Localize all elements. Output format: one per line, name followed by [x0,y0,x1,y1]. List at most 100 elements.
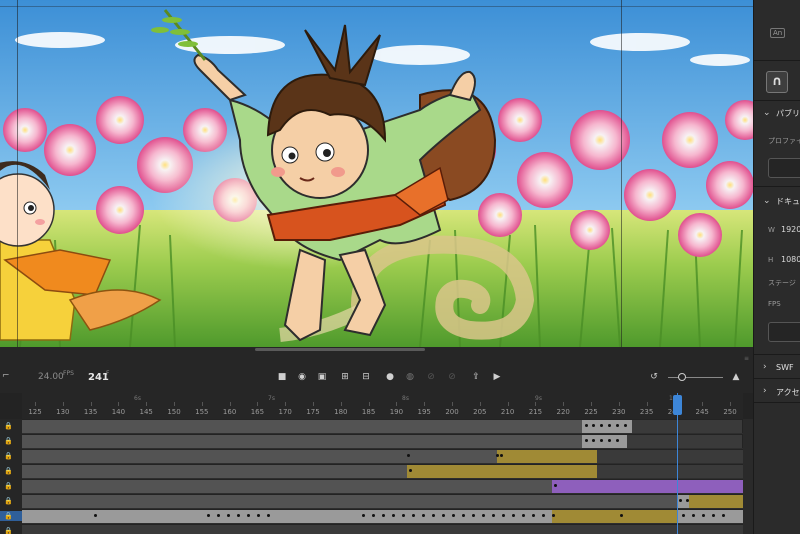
frame-span[interactable] [22,495,677,508]
frame-span[interactable] [22,480,552,493]
keyframe-dot[interactable] [620,514,623,517]
keyframe-dot[interactable] [362,514,365,517]
lock-icon[interactable]: 🔒 [4,466,14,476]
keyframe-dot[interactable] [702,514,705,517]
keyframe-dot[interactable] [217,514,220,517]
timeline-layer-row[interactable] [22,434,743,449]
keyframe-dot[interactable] [585,439,588,442]
keyframe-dot[interactable] [407,454,410,457]
keyframe-dot[interactable] [624,424,627,427]
timeline-layer-row[interactable] [22,419,743,434]
edit-multiple-icon[interactable]: ⊘ [426,372,436,382]
keyframe-dot[interactable] [372,514,375,517]
publish-section-title[interactable]: パブリ [776,108,800,119]
zoom-slider-thumb[interactable] [678,373,686,381]
stage-horizontal-scrollbar[interactable] [255,348,425,351]
keyframe-dot[interactable] [422,514,425,517]
keyframe-dot[interactable] [452,514,455,517]
keyframe-dot[interactable] [472,514,475,517]
frame-span[interactable] [582,435,627,448]
frame-span[interactable] [22,525,743,534]
keyframe-dot[interactable] [679,499,682,502]
keyframe-dot[interactable] [257,514,260,517]
swf-section-title[interactable]: SWF [776,363,794,372]
frame-span[interactable] [689,495,743,508]
keyframe-dot[interactable] [592,439,595,442]
keyframe-dot[interactable] [392,514,395,517]
keyframe-dot[interactable] [542,514,545,517]
frame-span[interactable] [22,435,582,448]
lock-icon[interactable]: 🔒 [4,481,14,491]
play-icon[interactable]: ▶ [492,372,502,382]
height-value[interactable]: 1080 [781,255,800,264]
keyframe-dot[interactable] [412,514,415,517]
insert-keyframe-icon[interactable]: ⊞ [340,372,350,382]
lock-icon[interactable]: 🔒 [4,451,14,461]
chevron-down-icon[interactable]: ⌄ [763,108,771,118]
frame-span[interactable] [552,480,743,493]
keyframe-dot[interactable] [686,499,689,502]
frame-span[interactable] [597,465,743,478]
zoom-mountain-icon[interactable]: ▲ [731,372,741,382]
keyframe-dot[interactable] [492,514,495,517]
keyframe-dot[interactable] [409,469,412,472]
keyframe-dot[interactable] [402,514,405,517]
keyframe-dot[interactable] [442,514,445,517]
playhead-handle[interactable] [673,395,682,415]
keyframe-dot[interactable] [616,439,619,442]
keyframe-dot[interactable] [496,454,499,457]
layer-graph-icon[interactable]: ⌐ [2,371,10,381]
keyframe-dot[interactable] [522,514,525,517]
record-icon[interactable]: ◉ [297,372,307,382]
keyframe-dot[interactable] [608,439,611,442]
keyframe-dot[interactable] [502,514,505,517]
magnet-snap-icon[interactable]: ∩ [766,71,788,93]
zoom-slider-track[interactable] [668,377,723,378]
chevron-right-icon[interactable]: › [763,386,767,396]
keyframe-dot[interactable] [462,514,465,517]
profile-dropdown[interactable] [768,158,800,178]
keyframe-dot[interactable] [382,514,385,517]
frame-span[interactable] [677,510,743,523]
timeline-layer-row[interactable] [22,509,743,524]
keyframe-dot[interactable] [267,514,270,517]
frame-span[interactable] [627,435,742,448]
keyframe-dot[interactable] [722,514,725,517]
keyframe-dot[interactable] [207,514,210,517]
loop-icon[interactable]: ⇪ [471,372,481,382]
fps-readout[interactable]: 24.00 [38,372,64,382]
frame-span[interactable] [22,450,407,463]
keyframe-dot[interactable] [712,514,715,517]
keyframe-dot[interactable] [94,514,97,517]
keyframe-dot[interactable] [600,439,603,442]
keyframe-dot[interactable] [692,514,695,517]
timeline-layer-row[interactable] [22,494,743,509]
frame-span[interactable] [632,420,742,433]
accessibility-section-title[interactable]: アクセ [776,387,800,398]
keyframe-dot[interactable] [552,514,555,517]
frame-span[interactable] [22,420,582,433]
onion-range-icon[interactable]: ⊘ [447,372,457,382]
stop-icon[interactable]: ■ [277,372,287,382]
keyframe-dot[interactable] [600,424,603,427]
frame-span[interactable] [497,450,597,463]
timeline-layer-row[interactable] [22,449,743,464]
frame-span[interactable] [407,465,597,478]
keyframe-dot[interactable] [227,514,230,517]
onion-skin-outline-icon[interactable]: ◍ [405,372,415,382]
clear-keyframe-icon[interactable]: ⊟ [361,372,371,382]
keyframe-dot[interactable] [532,514,535,517]
panel-grip-icon[interactable]: ≡ [744,355,749,362]
document-section-title[interactable]: ドキュ [776,196,800,207]
timeline-vertical-scrollbar[interactable] [743,419,753,534]
fps-field[interactable] [768,322,800,342]
timeline-layer-row[interactable] [22,524,743,534]
onion-skin-icon[interactable]: ● [385,372,395,382]
lock-icon[interactable]: 🔒 [4,421,14,431]
keyframe-dot[interactable] [237,514,240,517]
lock-icon[interactable]: 🔒 [4,436,14,446]
keyframe-dot[interactable] [512,514,515,517]
frame-box-icon[interactable]: ▣ [317,372,327,382]
layer-frames-area[interactable] [22,419,743,534]
frame-span[interactable] [407,450,497,463]
